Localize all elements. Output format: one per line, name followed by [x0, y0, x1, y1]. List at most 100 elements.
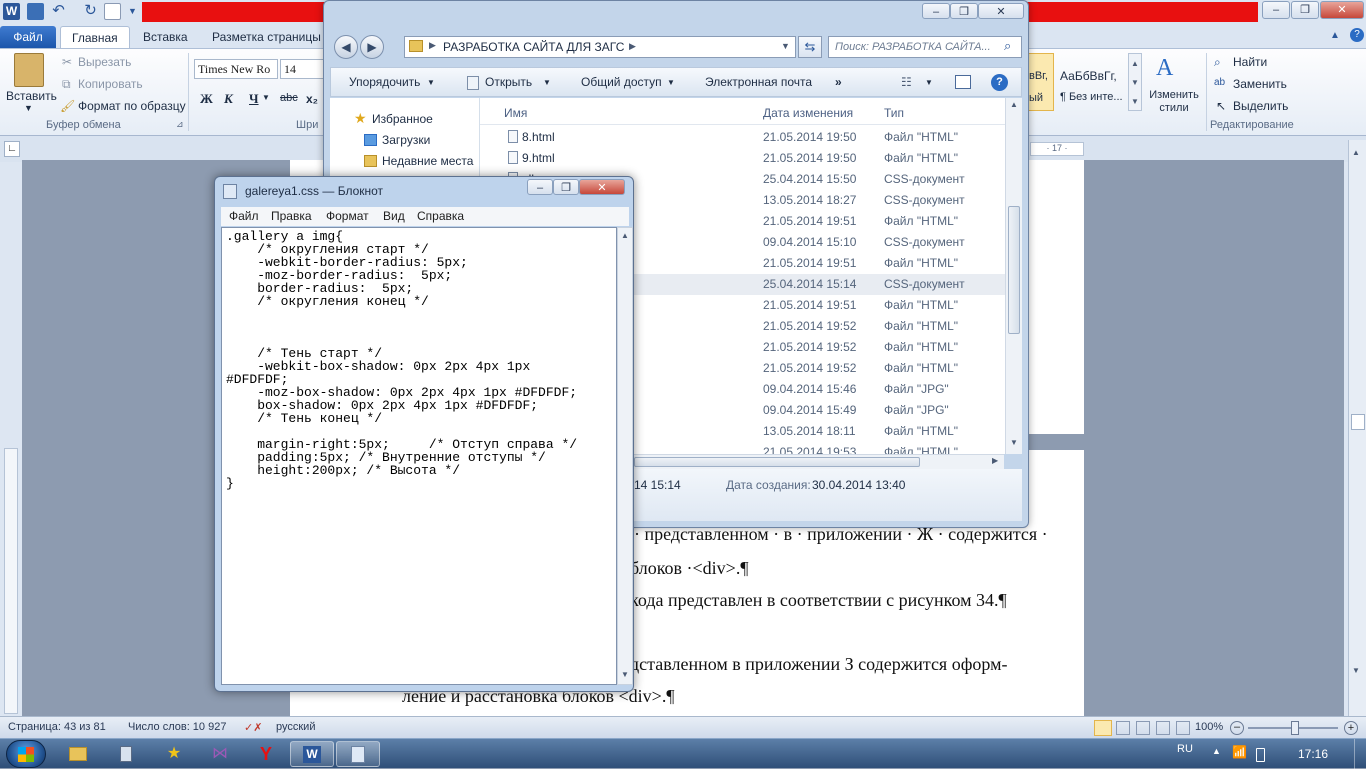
font-size-box[interactable]: 14 [280, 59, 324, 79]
tray-expand-icon[interactable]: ▲ [1212, 746, 1221, 756]
print-preview-icon[interactable] [104, 3, 121, 20]
scroll-up-icon[interactable]: ▲ [1352, 148, 1360, 157]
language-indicator[interactable]: RU [1177, 743, 1193, 755]
subscript-button[interactable]: x₂ [306, 92, 318, 106]
redo-icon[interactable]: ↻ [82, 3, 99, 20]
search-input[interactable]: Поиск: РАЗРАБОТКА САЙТА... [828, 36, 1022, 58]
menu-view[interactable]: Вид [383, 209, 405, 223]
scroll-thumb[interactable] [1351, 414, 1365, 430]
word-count[interactable]: Число слов: 10 927 [128, 721, 226, 733]
style-normal-tile[interactable]: вВг, ый [1026, 53, 1054, 111]
forward-button[interactable]: ▶ [360, 35, 384, 59]
column-type[interactable]: Тип [884, 106, 904, 120]
draft-icon[interactable] [1176, 721, 1190, 735]
show-desktop-button[interactable] [1354, 739, 1366, 769]
taskbar-explorer-icon[interactable] [56, 741, 100, 767]
explorer-close-button[interactable]: ✕ [978, 3, 1024, 19]
zoom-level[interactable]: 100% [1195, 721, 1223, 733]
nav-downloads[interactable]: Загрузки [382, 133, 430, 147]
tab-selector-icon[interactable]: ∟ [4, 141, 20, 157]
scroll-right-icon[interactable]: ▶ [992, 456, 998, 465]
scroll-down-icon[interactable]: ▼ [1352, 666, 1360, 675]
cut-button[interactable]: Вырезать [78, 55, 131, 69]
address-bar[interactable]: ▶ РАЗРАБОТКА САЙТА ДЛЯ ЗАГС ▶ ▼ [404, 36, 796, 58]
refresh-icon[interactable]: ⇆ [798, 36, 822, 58]
network-icon[interactable]: 📶 [1232, 745, 1247, 759]
full-screen-reading-icon[interactable] [1116, 721, 1130, 735]
change-styles-button[interactable]: Изменить стили [1146, 89, 1202, 115]
notepad-scrollbar[interactable]: ▲ ▼ [617, 227, 633, 685]
start-button[interactable] [6, 740, 46, 768]
views-dropdown-icon[interactable]: ▼ [925, 78, 933, 87]
find-button[interactable]: Найти [1233, 55, 1267, 69]
scroll-down-icon[interactable]: ▼ [621, 670, 629, 679]
share-button[interactable]: Общий доступ [581, 75, 662, 89]
replace-button[interactable]: Заменить [1233, 77, 1287, 91]
taskbar-calculator-icon[interactable] [104, 741, 148, 767]
ribbon-collapse-icon[interactable]: ▲ [1330, 30, 1340, 41]
open-dropdown-icon[interactable]: ▼ [543, 78, 551, 87]
underline-dropdown-icon[interactable]: ▼ [262, 93, 270, 102]
menu-file[interactable]: Файл [229, 209, 259, 223]
email-button[interactable]: Электронная почта [705, 75, 812, 89]
paste-dropdown-icon[interactable]: ▼ [24, 103, 33, 113]
save-icon[interactable] [27, 3, 44, 20]
more-button[interactable]: » [835, 75, 842, 89]
undo-icon[interactable]: ↶ [50, 3, 67, 20]
battery-icon[interactable] [1256, 748, 1265, 762]
table-row[interactable]: 8.html 21.05.2014 19:50 Файл "HTML" [480, 127, 1010, 148]
file-list-scrollbar[interactable]: ▲ ▼ [1005, 98, 1022, 454]
menu-format[interactable]: Формат [326, 209, 369, 223]
menu-edit[interactable]: Правка [271, 209, 312, 223]
explorer-minimize-button[interactable]: – [922, 3, 950, 19]
paste-button[interactable]: Вставить [6, 89, 57, 103]
language-indicator[interactable]: русский [276, 721, 315, 733]
tab-home[interactable]: Главная [60, 26, 130, 48]
taskbar-visual-studio-icon[interactable]: ⋈ [198, 741, 242, 767]
taskbar-yandex-browser-icon[interactable]: Y [244, 741, 288, 767]
menu-help[interactable]: Справка [417, 209, 464, 223]
organize-button[interactable]: Упорядочить [349, 75, 420, 89]
page-count[interactable]: Страница: 43 из 81 [8, 721, 106, 733]
zoom-in-icon[interactable]: + [1344, 721, 1358, 735]
outline-icon[interactable] [1156, 721, 1170, 735]
breadcrumb[interactable]: РАЗРАБОТКА САЙТА ДЛЯ ЗАГС [443, 40, 624, 54]
breadcrumb-chevron-icon[interactable]: ▶ [429, 40, 436, 51]
copy-button[interactable]: Копировать [78, 77, 143, 91]
paste-icon[interactable] [14, 53, 44, 87]
zoom-slider-thumb[interactable] [1291, 721, 1299, 735]
clock[interactable]: 17:16 [1298, 747, 1328, 761]
tab-file[interactable]: Файл [0, 26, 56, 48]
notepad-minimize-button[interactable]: – [527, 179, 553, 195]
qat-customize-icon[interactable]: ▼ [124, 3, 141, 20]
taskbar-notepad-icon[interactable] [336, 741, 380, 767]
column-date-modified[interactable]: Дата изменения [763, 106, 853, 120]
taskbar-app-icon[interactable]: ★ [152, 741, 196, 767]
breadcrumb-chevron-icon[interactable]: ▶ [629, 41, 636, 52]
taskbar-word-icon[interactable]: W [290, 741, 334, 767]
search-icon[interactable]: ⌕ [1004, 38, 1011, 54]
word-maximize-button[interactable]: ❐ [1291, 1, 1319, 19]
address-dropdown-icon[interactable]: ▼ [781, 41, 790, 51]
underline-button[interactable]: Ч [249, 91, 259, 107]
italic-button[interactable]: К [224, 91, 233, 107]
nav-recent-places[interactable]: Недавние места [382, 154, 478, 168]
word-close-button[interactable]: ✕ [1320, 1, 1364, 19]
strikethrough-button[interactable]: abc [280, 92, 298, 104]
print-layout-icon[interactable] [1094, 720, 1112, 736]
scroll-thumb[interactable] [1008, 206, 1020, 334]
zoom-out-icon[interactable]: – [1230, 721, 1244, 735]
nav-favorites[interactable]: Избранное [372, 112, 433, 126]
organize-dropdown-icon[interactable]: ▼ [427, 78, 435, 87]
scroll-up-icon[interactable]: ▲ [621, 231, 629, 240]
select-button[interactable]: Выделить [1233, 99, 1288, 113]
bold-button[interactable]: Ж [200, 91, 213, 107]
styles-scroll-icon[interactable]: ▲ ▼ ▼ [1128, 53, 1142, 111]
notepad-close-button[interactable]: ✕ [579, 179, 625, 195]
notepad-maximize-button[interactable]: ❐ [553, 179, 579, 195]
word-app-icon[interactable]: W [3, 3, 20, 20]
preview-pane-icon[interactable] [955, 75, 971, 89]
help-icon[interactable]: ? [1350, 28, 1364, 42]
help-icon[interactable]: ? [991, 74, 1008, 91]
style-no-spacing-tile[interactable]: АаБбВвГг, ¶ Без инте... [1056, 53, 1126, 111]
